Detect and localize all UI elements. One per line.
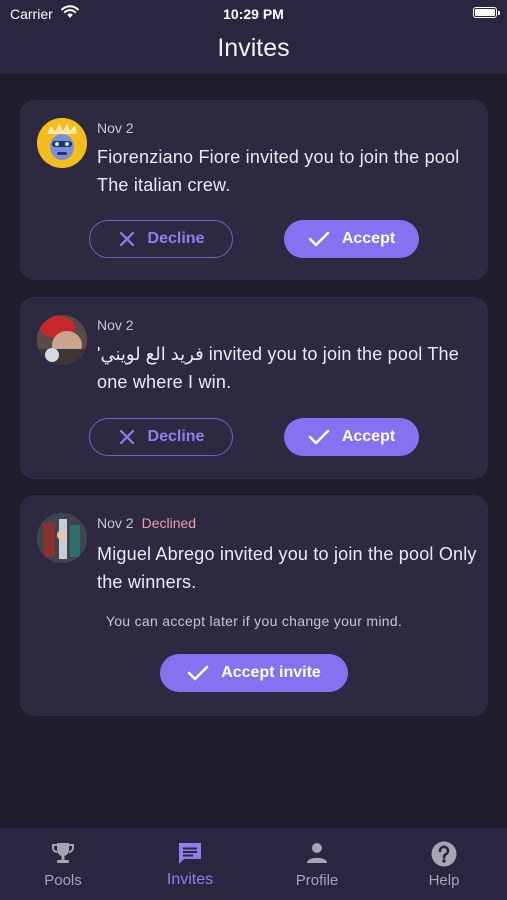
invite-message: Fiorenziano Fiore invited you to join th… xyxy=(97,147,460,195)
accept-button[interactable]: Accept xyxy=(284,220,419,258)
accept-label: Accept xyxy=(341,428,396,445)
tab-profile[interactable]: Profile xyxy=(254,828,380,900)
declined-status: Declined xyxy=(141,515,197,531)
tab-invites-label: Invites xyxy=(166,871,214,888)
decline-label: Decline xyxy=(147,428,205,445)
close-icon xyxy=(119,231,134,247)
accept-invite-label: Accept invite xyxy=(221,664,321,681)
decline-label: Decline xyxy=(147,230,205,247)
accept-button[interactable]: Accept xyxy=(284,418,419,456)
accept-label: Accept xyxy=(341,230,396,247)
invite-card: Nov 2 Fiorenziano Fiore invited you to j… xyxy=(20,100,488,280)
tab-pools-label: Pools xyxy=(44,872,82,889)
avatar xyxy=(37,118,87,168)
date-label: Nov 2 xyxy=(97,515,134,531)
check-icon xyxy=(308,429,330,445)
person-icon xyxy=(307,843,327,863)
accept-invite-button[interactable]: Accept invite xyxy=(160,654,348,692)
invite-date: Nov 2 xyxy=(97,120,134,136)
check-icon xyxy=(187,665,209,681)
decline-button[interactable]: Decline xyxy=(89,418,233,456)
invite-message: Miguel Abrego invited you to join the po… xyxy=(97,544,477,592)
help-icon xyxy=(431,841,457,867)
tab-help[interactable]: Help xyxy=(381,828,507,900)
status-bar: Carrier 10:29 PM xyxy=(0,0,507,28)
message-icon xyxy=(179,843,201,864)
close-icon xyxy=(119,429,134,445)
check-icon xyxy=(308,231,330,247)
invite-card: Nov 2 'فريد الع لويني invited you to joi… xyxy=(20,297,488,479)
top-bar: Carrier 10:29 PM Invites xyxy=(0,0,507,74)
date-label: Nov 2 xyxy=(97,120,134,136)
tab-invites[interactable]: Invites xyxy=(127,828,253,900)
page-title: Invites xyxy=(217,34,290,62)
tab-bar: Pools Invites Profile Help xyxy=(0,828,507,900)
battery-icon xyxy=(473,7,500,18)
tab-pools[interactable]: Pools xyxy=(0,828,126,900)
invite-message: 'فريد الع لويني invited you to join the … xyxy=(97,344,459,392)
date-label: Nov 2 xyxy=(97,317,134,333)
tab-profile-label: Profile xyxy=(295,872,339,889)
invite-date: Nov 2 xyxy=(97,317,134,333)
invite-meta: Nov 2 Declined xyxy=(97,515,196,531)
accept-later-hint: You can accept later if you change your … xyxy=(105,613,403,629)
trophy-icon xyxy=(52,843,74,863)
status-time: 10:29 PM xyxy=(223,6,284,22)
avatar xyxy=(37,513,87,563)
tab-help-label: Help xyxy=(428,872,460,889)
decline-button[interactable]: Decline xyxy=(89,220,233,258)
invite-card-declined: Nov 2 Declined Miguel Abrego invited you … xyxy=(20,495,488,716)
avatar xyxy=(37,315,87,365)
